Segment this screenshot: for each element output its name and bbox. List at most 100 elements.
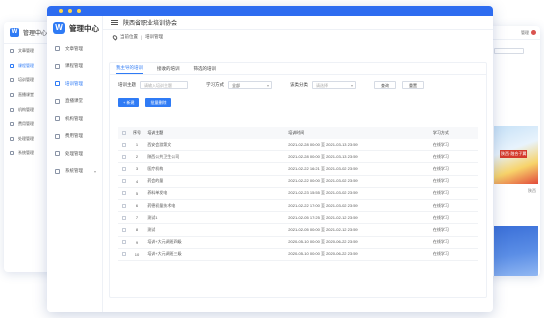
background-sidebar-item-label: 机构管理 (18, 106, 34, 112)
tab[interactable]: 我主导的培训 (116, 65, 143, 74)
org-icon (55, 116, 60, 122)
row-checkbox[interactable] (122, 227, 127, 232)
table-row[interactable]: 2 陕西公共卫生公司 2021-02-28 00:00 至 2021-03-13 2… (118, 151, 478, 164)
column-header: 学习方式 (432, 130, 449, 135)
row-checkbox-cell (118, 154, 131, 159)
sidebar-item[interactable]: 处理管理 (47, 145, 102, 163)
row-checkbox[interactable] (122, 203, 127, 208)
table-row[interactable]: 4 药会的量 2021-02-22 00:00 至 2021-03-02 23:59… (118, 176, 478, 188)
main-window: W 管理中心 文章管理 课程管理 培训管理 直播课堂 机构管理 费用管理 处理管理 系统管理 ▾… (47, 6, 493, 312)
row-topic: 医疗机构 (147, 165, 164, 171)
row-checkbox-cell (118, 215, 131, 220)
row-number: 4 (135, 178, 139, 184)
menu-item-icon (10, 107, 14, 112)
background-sidebar-item-label: 文章管理 (18, 48, 34, 54)
row-time: 2020-05-10 00:00 至 2020-06-22 23:59 (288, 251, 358, 257)
sidebar-item-label: 课程管理 (65, 63, 83, 69)
breadcrumb-label: 当前位置 (120, 34, 138, 39)
table-row[interactable]: 8 测试 2021-02-05 00:00 至 2021-02-12 23:59 在线… (118, 224, 478, 237)
table-row[interactable]: 3 医疗机构 2021-02-22 16:21 至 2021-03-02 23:59… (118, 163, 478, 176)
sidebar-item[interactable]: 课程管理 (47, 58, 102, 76)
row-mode: 在线学习 (432, 214, 449, 220)
row-time: 2021-02-22 16:21 至 2021-03-02 23:59 (288, 165, 358, 171)
row-topic: 培训+大元调班三级 (147, 251, 182, 257)
breadcrumb: 当前位置 | 培训管理 (103, 30, 493, 44)
sidebar-item-label: 文章管理 (65, 45, 83, 51)
action-bar: + 新建 批量删除 (110, 95, 486, 109)
right-background-window: 管理 陕西·融合子翼 陕西 陕西 (488, 26, 540, 276)
batch-delete-button[interactable]: 批量删除 (145, 97, 172, 107)
table-row[interactable]: 6 药德初量技术电 2021-02-22 17:00 至 2021-03-02 23… (118, 200, 478, 213)
menu-item-icon (10, 122, 14, 127)
app-title: 管理中心 (69, 23, 99, 33)
background-sidebar-item-label: 费用管理 (18, 121, 34, 127)
row-checkbox[interactable] (122, 179, 127, 184)
row-checkbox[interactable] (122, 240, 127, 245)
sidebar-item-label: 培训管理 (65, 80, 83, 86)
menu-item-icon (10, 78, 14, 83)
row-checkbox[interactable] (122, 191, 127, 196)
sidebar-header: W 管理中心 (47, 16, 102, 40)
avatar[interactable] (531, 30, 536, 35)
window-title-bar (47, 6, 493, 16)
sidebar-item[interactable]: 系统管理 ▾ (47, 163, 102, 181)
sidebar: W 管理中心 文章管理课程管理培训管理直播课堂机构管理费用管理 处理管理 系统管理 ▾ (47, 16, 103, 312)
row-mode: 在线学习 (432, 202, 449, 208)
fee-icon (55, 133, 60, 139)
window-dot-icon[interactable] (77, 9, 81, 13)
sidebar-item[interactable]: 费用管理 (47, 128, 102, 146)
category-select[interactable]: 请选择 ▾ (312, 81, 356, 89)
sidebar-item[interactable]: 文章管理 (47, 40, 102, 58)
window-dot-icon[interactable] (59, 9, 63, 13)
add-button[interactable]: + 新建 (118, 97, 140, 107)
logo-icon: W (10, 28, 19, 37)
row-time: 2021-02-28 00:00 至 2021-03-13 23:59 (288, 141, 358, 147)
sidebar-item[interactable]: 培训管理 (47, 75, 102, 93)
row-topic: 测试 (147, 226, 156, 232)
location-pin-icon (111, 33, 119, 41)
sidebar-item[interactable]: 机构管理 (47, 110, 102, 128)
menu-icon[interactable] (111, 20, 118, 25)
row-number: 10 (134, 251, 140, 257)
table-row[interactable]: 1 西安会游第文 2021-02-28 00:00 至 2021-03-13 23:… (118, 139, 478, 152)
row-checkbox[interactable] (122, 252, 127, 257)
table-row[interactable]: 9 培训+大元调班四级 2020-05-10 00:00 至 2020-06-22 … (118, 237, 478, 249)
chevron-down-icon: ▾ (350, 83, 353, 88)
breadcrumb-page[interactable]: 培训管理 (145, 34, 163, 40)
column-header: 培训主题 (147, 130, 164, 135)
sidebar-item[interactable]: 直播课堂 (47, 93, 102, 111)
search-button[interactable]: 查询 (374, 81, 396, 89)
promo-image-2[interactable] (494, 226, 538, 276)
row-number: 3 (135, 166, 139, 172)
table-header: 序号 培训主题 培训时间 学习方式 (118, 127, 478, 139)
row-checkbox-cell (118, 142, 131, 147)
window-dot-icon[interactable] (68, 9, 72, 13)
tab[interactable]: 筛选的培训 (194, 66, 217, 74)
course-icon (55, 63, 60, 69)
select-all-cell (118, 131, 131, 135)
select-all-checkbox[interactable] (122, 131, 127, 135)
reset-button[interactable]: 重置 (402, 81, 424, 89)
right-window-search-input[interactable] (494, 48, 524, 54)
menu-item-icon (10, 136, 14, 141)
column-header: 培训时间 (288, 130, 305, 135)
row-checkbox[interactable] (122, 166, 127, 171)
training-table: 序号 培训主题 培训时间 学习方式 1 西安会游第文 2021-02-28 00:0… (118, 127, 478, 261)
table-row[interactable]: 7 测试1 2021-02-05 17:25 至 2021-02-12 23:59 在… (118, 212, 478, 225)
row-mode: 在线学习 (432, 178, 449, 184)
sidebar-item-label: 机构管理 (65, 115, 83, 121)
row-checkbox[interactable] (122, 215, 127, 220)
row-checkbox-cell (118, 240, 131, 245)
mode-select[interactable]: 全部 ▾ (228, 81, 272, 89)
category-label: 该类分类 (290, 82, 308, 87)
row-checkbox[interactable] (122, 142, 127, 147)
row-checkbox-cell (118, 203, 131, 208)
tab[interactable]: 接收的培训 (157, 66, 180, 74)
breadcrumb-separator: | (141, 34, 143, 40)
topic-input[interactable]: 请输入培训主题 (140, 81, 188, 89)
row-topic: 培训+大元调班四级 (147, 239, 182, 245)
promo-image[interactable]: 陕西·融合子翼 (494, 126, 538, 184)
table-row[interactable]: 5 养料单发电 2021-02-23 15:55 至 2021-03-02 23:5… (118, 188, 478, 200)
row-checkbox[interactable] (122, 154, 127, 159)
table-row[interactable]: 10 培训+大元调班三级 2020-05-10 00:00 至 2020-06-22… (118, 249, 478, 261)
